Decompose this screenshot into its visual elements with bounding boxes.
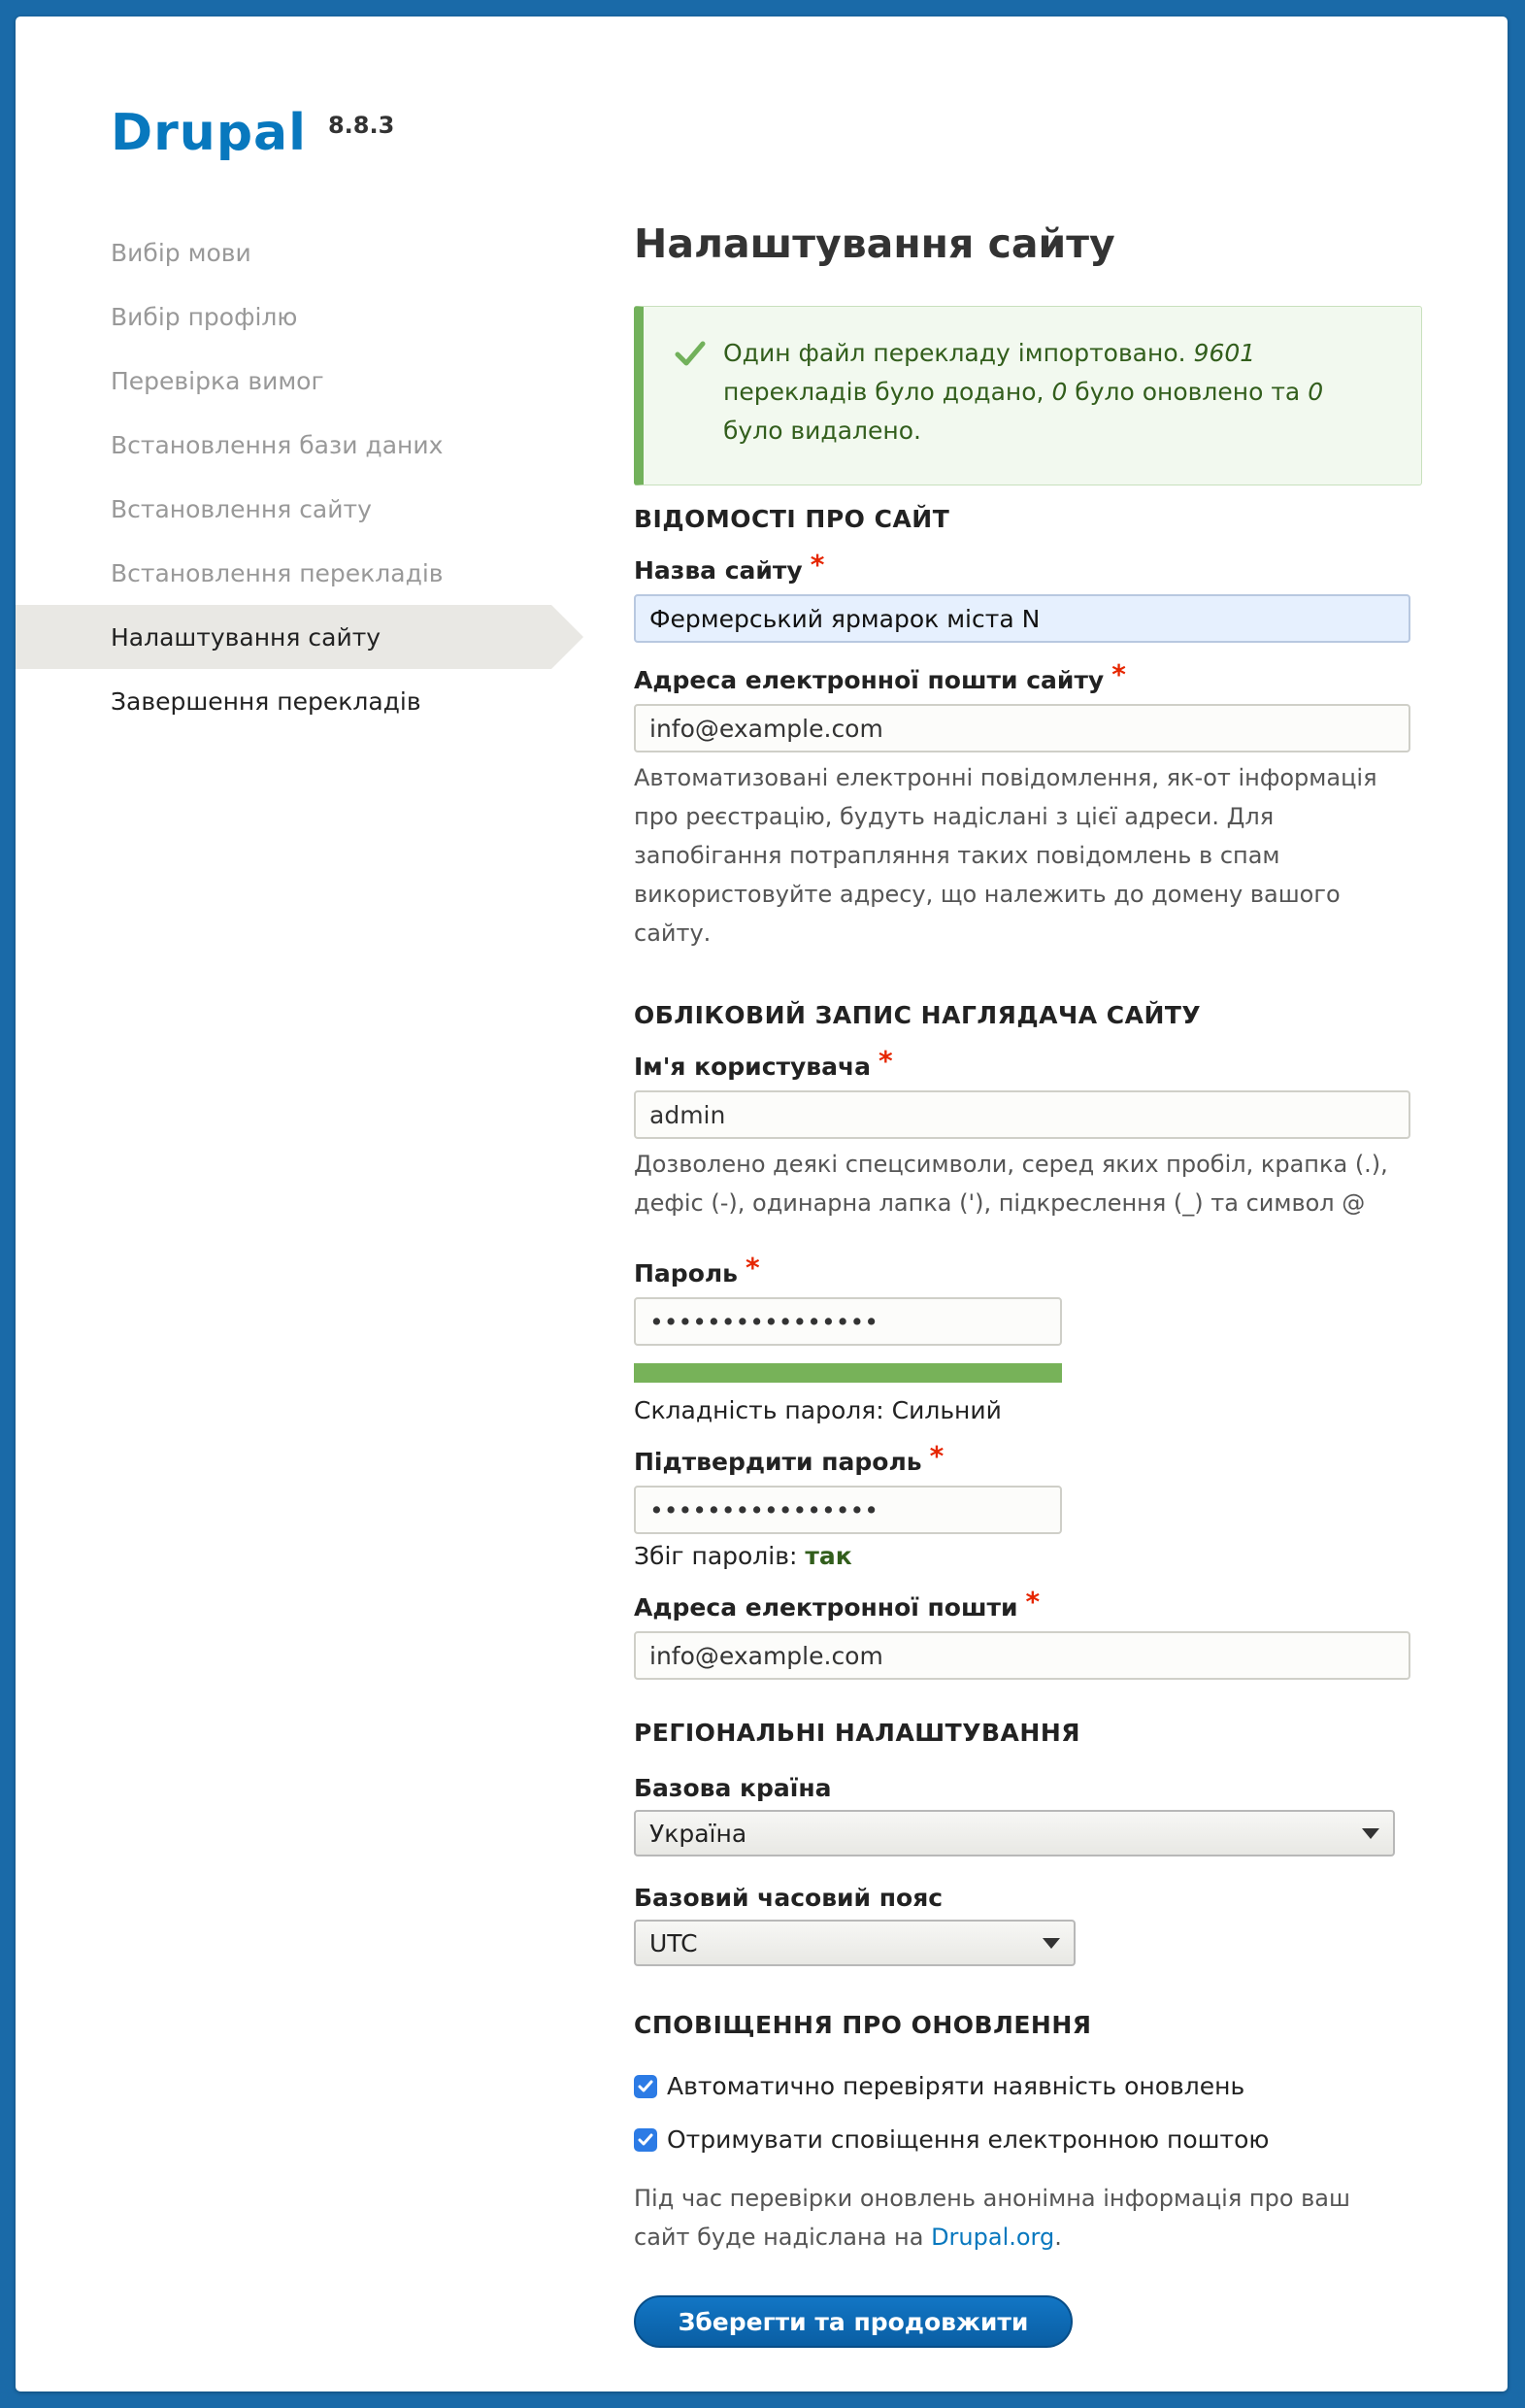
step-profile: Вибір профілю — [111, 302, 298, 331]
password-field: Пароль * •••••••••••••••• Складність паро… — [634, 1252, 1422, 1424]
check-updates-checkbox[interactable] — [634, 2074, 657, 2098]
page-title: Налаштування сайту — [634, 220, 1115, 267]
country-selected-value: Україна — [649, 1819, 747, 1848]
step-finish-translations: Завершення перекладів — [111, 686, 421, 716]
password-strength-fill — [634, 1363, 1062, 1383]
check-updates-label[interactable]: Автоматично перевіряти наявність оновлен… — [667, 2072, 1244, 2100]
brand-name: Drupal — [111, 104, 307, 162]
country-field: Базова країна Україна — [634, 1774, 1422, 1856]
section-site-info: ВІДОМОСТІ ПРО САЙТ — [634, 505, 950, 533]
timezone-selected-value: UTC — [649, 1928, 698, 1957]
site-email-description: Автоматизовані електронні повідомлення, … — [634, 764, 1377, 947]
account-email-input[interactable]: info@example.com — [634, 1631, 1410, 1680]
dropdown-arrow-icon — [1043, 1937, 1060, 1949]
step-language: Вибір мови — [111, 238, 251, 267]
account-email-field: Адреса електронної пошти * info@example.c… — [634, 1586, 1422, 1680]
confirm-password-label: Підтвердити пароль — [634, 1448, 922, 1476]
site-name-label: Назва сайту — [634, 556, 803, 585]
site-email-field: Адреса електронної пошти сайту * info@exa… — [634, 658, 1422, 953]
main-content: Налаштування сайту Один файл перекладу і… — [634, 220, 1422, 2348]
password-strength-text: Складність пароля: Сильний — [634, 1396, 1002, 1424]
site-name-field: Назва сайту * Фермерський ярмарок міста N — [634, 549, 1422, 643]
save-and-continue-button[interactable]: Зберегти та продовжити — [634, 2295, 1073, 2348]
required-marker: * — [929, 1440, 945, 1472]
section-admin-account: ОБЛІКОВИЙ ЗАПИС НАГЛЯДАЧА САЙТУ — [634, 1001, 1202, 1029]
step-database: Встановлення бази даних — [111, 430, 444, 459]
email-notify-label[interactable]: Отримувати сповіщення електронною поштою — [667, 2125, 1269, 2154]
step-requirements: Перевірка вимог — [111, 366, 324, 395]
site-email-label: Адреса електронної пошти сайту — [634, 666, 1105, 694]
timezone-select[interactable]: UTC — [634, 1920, 1076, 1966]
password-label: Пароль — [634, 1259, 738, 1288]
required-marker: * — [1025, 1586, 1041, 1618]
drupal-org-link[interactable]: Drupal.org — [931, 2224, 1054, 2251]
username-field: Ім'я користувача * admin Дозволено деякі … — [634, 1045, 1422, 1222]
status-message: Один файл перекладу імпортовано. 9601 пе… — [634, 306, 1422, 485]
country-label: Базова країна — [634, 1774, 832, 1802]
timezone-field: Базовий часовий пояс UTC — [634, 1884, 1422, 1966]
dropdown-arrow-icon — [1362, 1827, 1379, 1839]
email-notify-option: Отримувати сповіщення електронною поштою — [634, 2125, 1422, 2154]
step-translations: Встановлення перекладів — [111, 558, 444, 587]
checkmark-icon — [675, 340, 710, 457]
username-description: Дозволено деякі спецсимволи, серед яких … — [634, 1151, 1388, 1217]
site-email-input[interactable]: info@example.com — [634, 704, 1410, 752]
password-match-status: Збіг паролів: так — [634, 1542, 852, 1570]
step-configure-site: Налаштування сайту — [16, 605, 583, 669]
brand: Drupal 8.8.3 — [111, 104, 394, 162]
section-regional: РЕГІОНАЛЬНІ НАЛАШТУВАННЯ — [634, 1719, 1080, 1747]
account-email-label: Адреса електронної пошти — [634, 1593, 1018, 1622]
password-input[interactable]: •••••••••••••••• — [634, 1297, 1062, 1346]
site-name-input[interactable]: Фермерський ярмарок міста N — [634, 594, 1410, 643]
brand-version: 8.8.3 — [327, 112, 395, 139]
updates-description: Під час перевірки оновлень анонімна інфо… — [634, 2185, 1350, 2251]
timezone-label: Базовий часовий пояс — [634, 1884, 944, 1912]
confirm-password-field: Підтвердити пароль * •••••••••••••••• Збі… — [634, 1440, 1422, 1570]
install-steps: Вибір мови Вибір профілю Перевірка вимог… — [16, 220, 583, 733]
step-install-site: Встановлення сайту — [111, 494, 372, 523]
required-marker: * — [1111, 658, 1126, 690]
confirm-password-input[interactable]: •••••••••••••••• — [634, 1486, 1062, 1534]
email-notify-checkbox[interactable] — [634, 2127, 657, 2152]
required-marker: * — [810, 549, 825, 581]
username-label: Ім'я користувача — [634, 1053, 872, 1081]
check-updates-option: Автоматично перевіряти наявність оновлен… — [634, 2072, 1422, 2100]
required-marker: * — [879, 1045, 893, 1077]
password-strength-bar — [634, 1363, 1062, 1383]
country-select[interactable]: Україна — [634, 1810, 1395, 1856]
section-update-notifications: СПОВІЩЕННЯ ПРО ОНОВЛЕННЯ — [634, 2011, 1092, 2039]
required-marker: * — [745, 1252, 760, 1284]
username-input[interactable]: admin — [634, 1090, 1410, 1139]
status-message-text: Один файл перекладу імпортовано. 9601 пе… — [723, 339, 1324, 445]
install-card: Drupal 8.8.3 Вибір мови Вибір профілю Пе… — [16, 17, 1508, 2391]
